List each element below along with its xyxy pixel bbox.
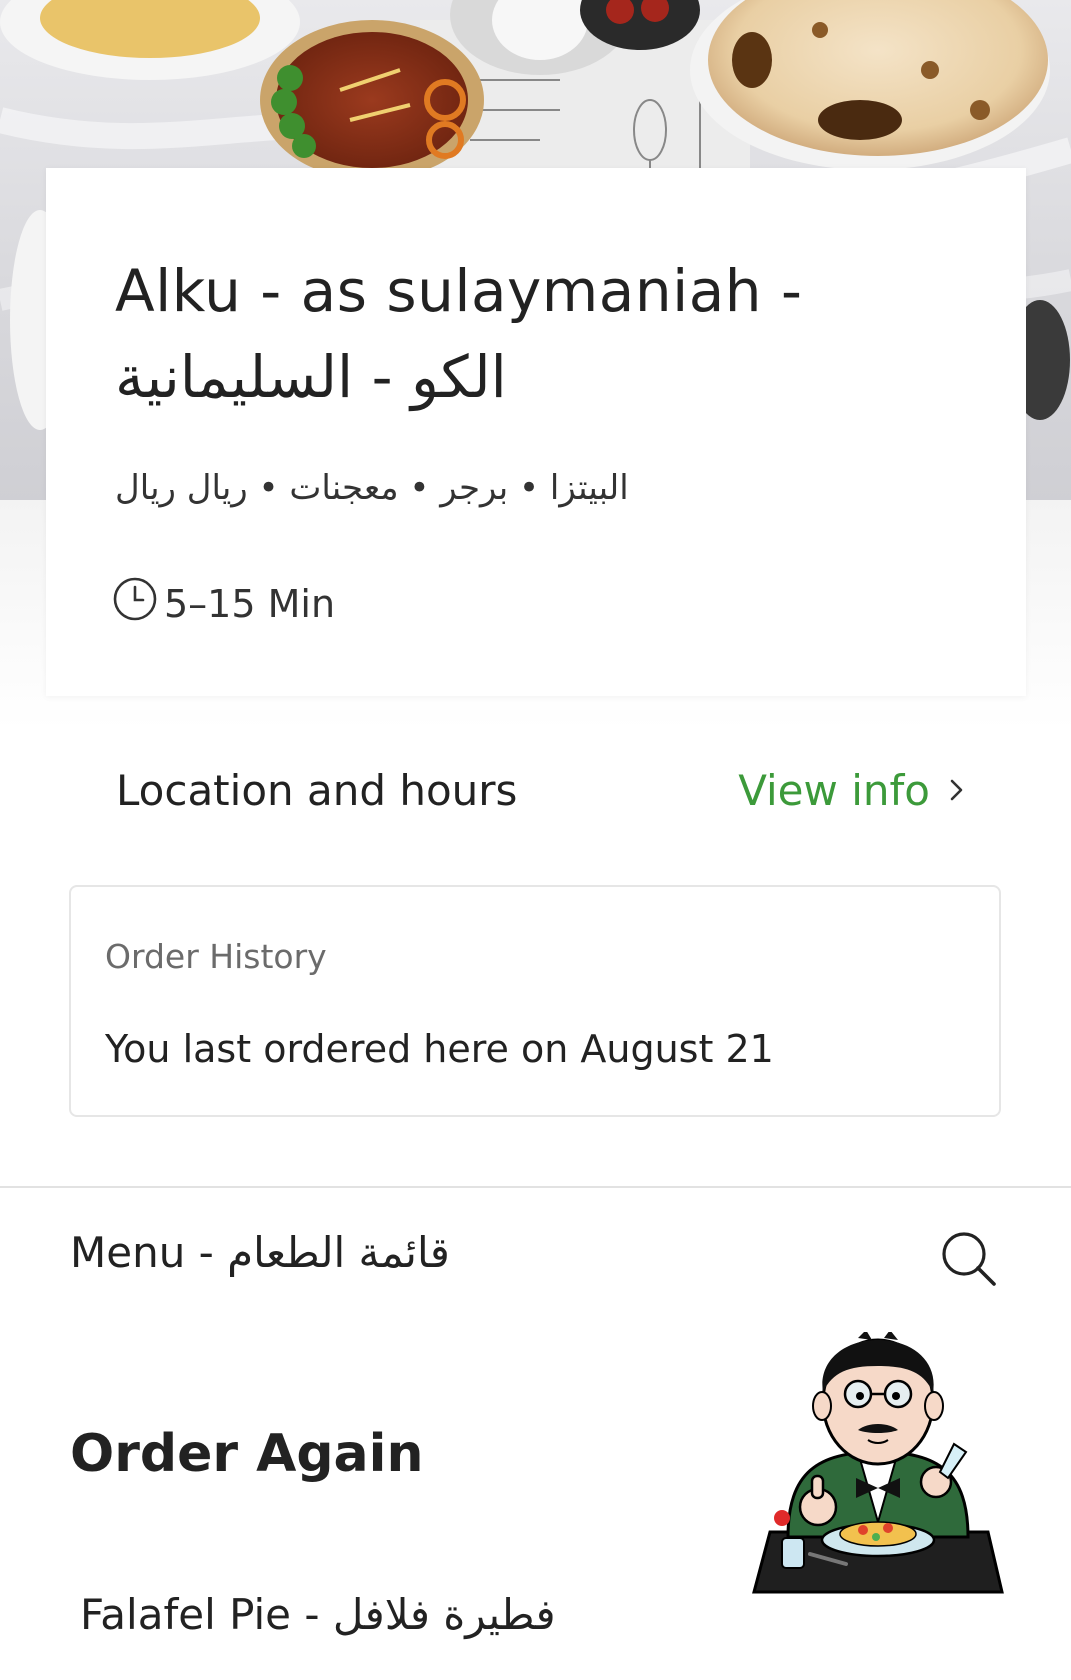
store-categories: البيتزا • برجر • معجنات • ريال ريال xyxy=(115,468,629,508)
order-again-title: Order Again xyxy=(70,1424,424,1484)
order-history-text: You last ordered here on August 21 xyxy=(105,1027,774,1071)
order-history-card[interactable]: Order History You last ordered here on A… xyxy=(69,885,1001,1117)
location-hours-row: Location and hours View info xyxy=(116,758,966,822)
clock-icon xyxy=(112,576,158,631)
store-title-ar: الكو - السليمانية xyxy=(115,343,507,411)
search-button[interactable] xyxy=(932,1222,1004,1294)
store-title-en: Alku - as sulaymaniah - xyxy=(115,257,803,325)
view-info-link[interactable]: View info xyxy=(738,766,966,815)
section-divider xyxy=(0,1186,1071,1188)
store-title: Alku - as sulaymaniah - الكو - السليماني… xyxy=(115,248,975,420)
search-icon xyxy=(942,1232,996,1286)
menu-title: Menu - قائمة الطعام xyxy=(70,1228,450,1277)
delivery-time: 5–15 Min xyxy=(112,576,335,631)
view-info-label: View info xyxy=(738,765,930,815)
order-history-title: Order History xyxy=(105,937,327,976)
store-info-card: Alku - as sulaymaniah - الكو - السليماني… xyxy=(46,168,1026,696)
chevron-right-icon xyxy=(950,779,963,801)
delivery-time-text: 5–15 Min xyxy=(164,581,336,626)
chef-mascot-illustration xyxy=(748,1330,1008,1608)
order-again-item[interactable]: Falafel Pie - فطيرة فلافل xyxy=(80,1590,556,1639)
location-hours-label: Location and hours xyxy=(116,765,518,815)
